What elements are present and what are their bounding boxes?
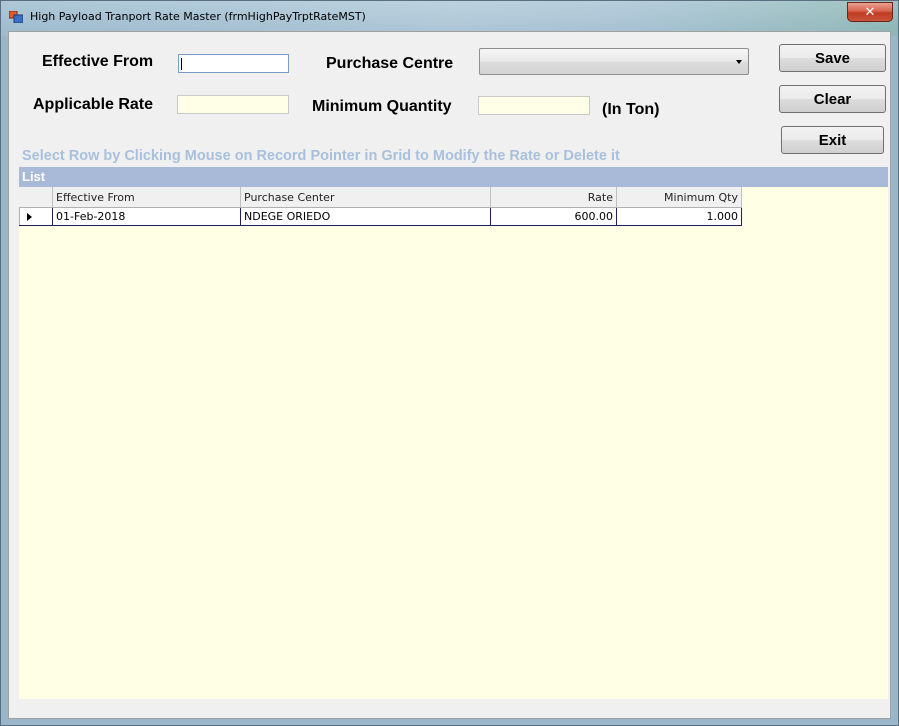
window-title: High Payload Tranport Rate Master (frmHi… <box>30 10 366 23</box>
clear-button[interactable]: Clear <box>779 85 886 113</box>
effective-from-input[interactable] <box>178 54 289 73</box>
effective-from-label: Effective From <box>42 53 154 70</box>
save-button[interactable]: Save <box>779 44 886 72</box>
minimum-quantity-label: Minimum Quantity <box>312 98 452 115</box>
rate-grid[interactable]: Effective From Purchase Center Rate Mini… <box>19 187 742 226</box>
cell-minimum-qty[interactable]: 1.000 <box>617 208 742 225</box>
column-header-minimum-qty[interactable]: Minimum Qty <box>617 187 742 207</box>
instruction-hint: Select Row by Clicking Mouse on Record P… <box>22 148 620 164</box>
cell-effective-from[interactable]: 01-Feb-2018 <box>53 208 241 225</box>
row-pointer-icon <box>27 212 32 221</box>
cell-rate[interactable]: 600.00 <box>491 208 617 225</box>
applicable-rate-label: Applicable Rate <box>33 96 154 113</box>
table-row[interactable]: 01-Feb-2018 NDEGE ORIEDO 600.00 1.000 <box>19 208 742 226</box>
column-header-rate[interactable]: Rate <box>491 187 617 207</box>
close-button[interactable]: ✕ <box>847 2 893 22</box>
title-bar[interactable]: High Payload Tranport Rate Master (frmHi… <box>1 1 898 31</box>
column-header-purchase-center[interactable]: Purchase Center <box>241 187 491 207</box>
app-window: High Payload Tranport Rate Master (frmHi… <box>0 0 899 726</box>
purchase-centre-label: Purchase Centre <box>326 55 454 72</box>
purchase-centre-select[interactable] <box>479 48 749 75</box>
record-pointer[interactable] <box>19 208 53 225</box>
form-client-area: Effective From Purchase Centre Applicabl… <box>8 31 891 719</box>
exit-button[interactable]: Exit <box>781 126 884 154</box>
app-window-icon <box>9 11 23 23</box>
cell-purchase-center[interactable]: NDEGE ORIEDO <box>241 208 491 225</box>
list-header: List <box>19 167 888 187</box>
close-icon: ✕ <box>864 4 876 20</box>
rate-grid-panel: Effective From Purchase Center Rate Mini… <box>19 187 888 699</box>
text-caret <box>181 58 182 70</box>
applicable-rate-input[interactable] <box>177 95 289 114</box>
column-header-effective-from[interactable]: Effective From <box>53 187 241 207</box>
minimum-quantity-input[interactable] <box>478 96 590 115</box>
chevron-down-icon[interactable] <box>736 60 742 64</box>
unit-label: (In Ton) <box>602 101 660 118</box>
grid-header-row: Effective From Purchase Center Rate Mini… <box>19 187 742 208</box>
row-header-corner <box>19 187 53 207</box>
